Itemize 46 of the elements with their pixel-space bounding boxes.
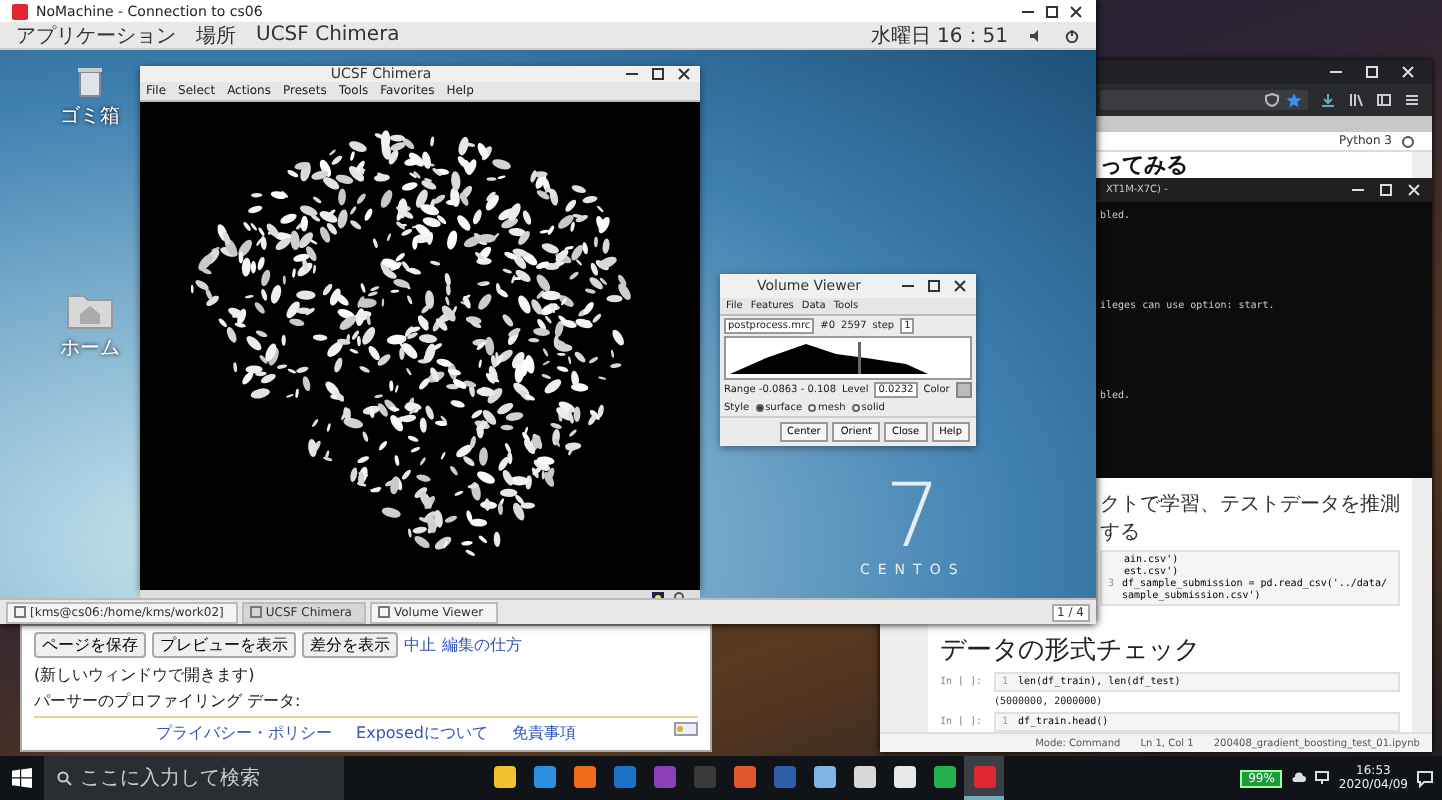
profiling-toggle[interactable]: パーサーのプロファイリング データ: [34, 690, 301, 712]
star-icon[interactable] [1286, 92, 1302, 108]
color-swatch[interactable] [955, 382, 972, 398]
download-icon[interactable] [1320, 92, 1336, 108]
close-icon[interactable] [1068, 3, 1084, 19]
footer-link[interactable]: 免責事項 [511, 722, 576, 744]
radio-button[interactable] [851, 404, 860, 412]
shield-icon[interactable] [1264, 92, 1280, 108]
cloud-icon[interactable] [1290, 770, 1307, 786]
form-button[interactable]: 差分を表示 [302, 632, 398, 658]
radio-button[interactable] [755, 404, 764, 412]
top-bar-menu[interactable]: UCSF Chimera [256, 24, 400, 46]
section-heading: データの形式チェック [940, 634, 1202, 668]
notebook-heading: ってみる [1098, 152, 1190, 178]
maximize-icon[interactable] [650, 66, 666, 82]
help-link[interactable]: 編集の仕方 [442, 634, 522, 656]
app-logo-icon [12, 3, 28, 19]
markdown-text: クトで学習、テストデータを推測する [1098, 491, 1400, 546]
speaker-icon[interactable] [1028, 27, 1044, 43]
form-button[interactable]: プレビューを表示 [152, 632, 296, 658]
network-icon[interactable] [1314, 770, 1331, 786]
address-bar[interactable] [1100, 90, 1308, 110]
os-version-number: 7 [884, 474, 941, 562]
radio-button[interactable] [808, 404, 817, 412]
sidebar-icon[interactable] [1376, 92, 1392, 108]
cancel-link[interactable]: 中止 [404, 634, 436, 656]
desktop-icon-label[interactable]: ゴミ箱 [60, 102, 120, 130]
trash-icon[interactable] [76, 66, 104, 98]
footer-link[interactable]: Exposedについて [356, 722, 488, 744]
form-button[interactable]: ページを保存 [34, 632, 146, 658]
footer-link[interactable]: プライバシー・ポリシー [156, 722, 333, 744]
maximize-icon[interactable] [1044, 3, 1060, 19]
kernel-status-icon [1400, 133, 1416, 149]
power-icon[interactable] [1064, 27, 1080, 43]
help-note: (新しいウィンドウで開きます) [34, 664, 255, 686]
maximize-icon[interactable] [926, 278, 942, 294]
library-icon[interactable] [1348, 92, 1364, 108]
menu-icon[interactable] [1404, 92, 1420, 108]
top-bar-menu[interactable]: 場所 [196, 21, 236, 49]
search-field[interactable]: ここに入力して検索 [44, 756, 344, 800]
close-icon[interactable] [952, 278, 968, 294]
windows-logo-icon [12, 768, 32, 788]
close-icon[interactable] [676, 66, 692, 82]
top-bar-menu[interactable]: アプリケーション [16, 21, 176, 49]
notification-icon[interactable] [1416, 769, 1434, 787]
clock: 水曜日 16：51 [870, 23, 1008, 49]
